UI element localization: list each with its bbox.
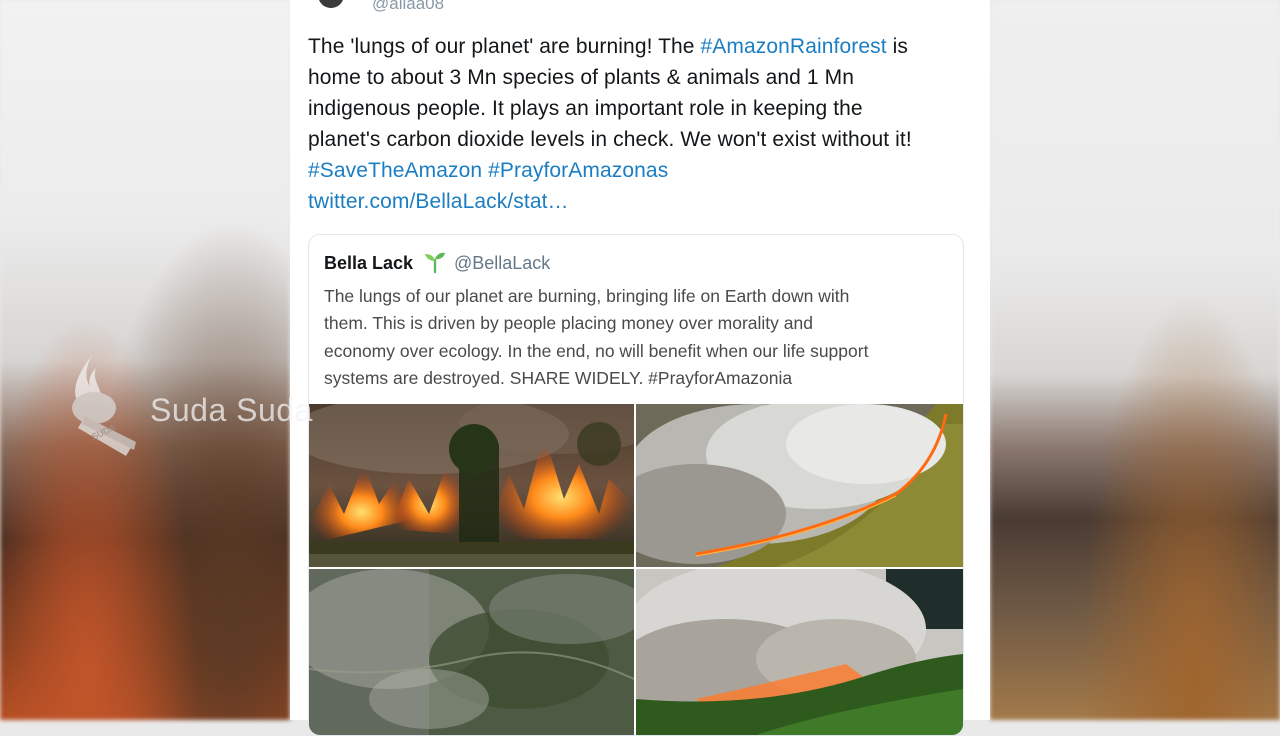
quoted-line: The lungs of our planet are burning, bri… <box>324 286 850 306</box>
quoted-line: systems are destroyed. SHARE WIDELY. #Pr… <box>324 368 793 389</box>
suda-watermark: SUDA Suda Suda <box>62 350 322 460</box>
tweet-text-segment: is <box>886 35 908 58</box>
author-handle[interactable]: @allaa08 <box>372 0 444 14</box>
hashtag-amazon-rainforest-link[interactable]: #AmazonRainforest <box>701 35 887 58</box>
quoted-line: them. This is driven by people placing m… <box>324 313 813 334</box>
torch-logo-icon: SUDA <box>72 355 136 456</box>
burning-canopy-photo[interactable] <box>636 569 963 735</box>
quoted-author-handle[interactable]: @BellaLack <box>454 253 550 273</box>
hashtag-save-the-amazon-link[interactable]: #SaveTheAmazon <box>308 159 482 182</box>
blurred-background-right <box>990 0 1280 720</box>
quoted-line: economy over ecology. In the end, no wil… <box>324 340 869 361</box>
aerial-smoke-photo[interactable] <box>636 404 963 567</box>
tweet-text: The 'lungs of our planet' are burning! T… <box>308 31 978 217</box>
tweet-line-4: planet's carbon dioxide levels in check.… <box>308 128 912 151</box>
quoted-tweet-text: The lungs of our planet are burning, bri… <box>324 283 954 393</box>
tweet-line-1: The 'lungs of our planet' are burning! T… <box>308 31 978 62</box>
quoted-tweet[interactable]: Bella Lack @BellaLack The lungs of our p… <box>308 234 964 736</box>
satellite-smoke-photo[interactable] <box>309 569 634 735</box>
tweet-text-segment: The 'lungs of our planet' are burning! T… <box>308 35 701 58</box>
hashtag-pray-for-amazonas-link[interactable]: #PrayforAmazonas <box>488 159 668 182</box>
quoted-tweet-header: Bella Lack @BellaLack <box>324 251 550 275</box>
tweet-line-3: indigenous people. It plays an important… <box>308 97 863 120</box>
tweet-line-5: #SaveTheAmazon #PrayforAmazonas <box>308 155 978 186</box>
quoted-author-name[interactable]: Bella Lack <box>324 253 413 273</box>
forest-fire-photo[interactable] <box>309 404 634 567</box>
sprout-icon <box>424 251 446 278</box>
watermark-text: Suda Suda <box>150 392 313 428</box>
quoted-image-grid <box>309 404 963 735</box>
tweet-line-2: home to about 3 Mn species of plants & a… <box>308 66 854 89</box>
tweet-link[interactable]: twitter.com/BellaLack/stat… <box>308 186 978 217</box>
